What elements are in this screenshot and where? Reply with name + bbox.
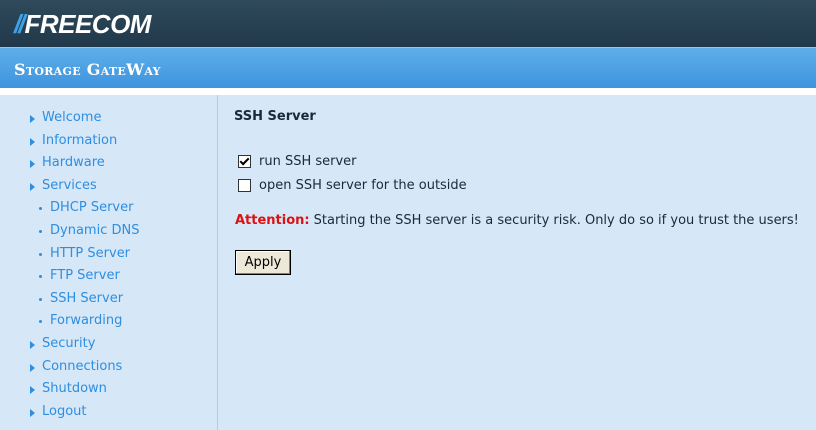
- run-ssh-server-option[interactable]: run SSH server: [238, 152, 357, 170]
- sidebar-subitem-forwarding[interactable]: Forwarding: [0, 310, 139, 333]
- triangle-right-icon: [30, 408, 35, 417]
- sidebar-item-logout[interactable]: Logout: [0, 401, 139, 424]
- sidebar-nav: Welcome Information Hardware Services DH…: [0, 107, 139, 423]
- sidebar-subitem-ftp-server[interactable]: FTP Server: [0, 265, 139, 288]
- page-title: SSH Server: [234, 109, 316, 124]
- sidebar-item-shutdown[interactable]: Shutdown: [0, 378, 139, 401]
- open-ssh-outside-checkbox[interactable]: [238, 178, 251, 192]
- sidebar-item-connections[interactable]: Connections: [0, 356, 139, 379]
- security-warning: Attention: Starting the SSH server is a s…: [235, 213, 799, 228]
- sidebar-item-label: Connections: [42, 358, 123, 374]
- apply-button[interactable]: Apply: [235, 250, 291, 275]
- sidebar-item-label: Forwarding: [50, 313, 123, 329]
- triangle-right-icon: [30, 340, 35, 349]
- open-ssh-outside-label: open SSH server for the outside: [259, 177, 467, 193]
- bullet-icon: [39, 320, 42, 324]
- sidebar-item-hardware[interactable]: Hardware: [0, 152, 139, 175]
- sidebar-item-label: Dynamic DNS: [50, 222, 140, 238]
- bullet-icon: [39, 275, 42, 279]
- sidebar-item-label: Logout: [42, 403, 87, 419]
- sidebar-item-security[interactable]: Security: [0, 333, 139, 356]
- sidebar-item-label: SSH Server: [50, 290, 124, 306]
- sidebar-subitem-dhcp-server[interactable]: DHCP Server: [0, 197, 139, 220]
- run-ssh-server-checkbox[interactable]: [238, 154, 251, 168]
- bullet-icon: [39, 297, 42, 301]
- triangle-right-icon: [30, 160, 35, 169]
- bullet-icon: [39, 252, 42, 256]
- logo-slashes: //: [14, 9, 26, 39]
- open-ssh-outside-option[interactable]: open SSH server for the outside: [238, 176, 467, 194]
- triangle-right-icon: [30, 115, 35, 123]
- sidebar-item-label: Hardware: [42, 155, 105, 171]
- sidebar-item-label: HTTP Server: [50, 245, 131, 261]
- main-content: SSH Server run SSH server open SSH serve…: [218, 95, 816, 430]
- triangle-right-icon: [30, 137, 35, 146]
- sidebar-item-label: Shutdown: [42, 381, 107, 397]
- triangle-right-icon: [30, 363, 35, 372]
- sidebar-item-services[interactable]: Services: [0, 175, 139, 198]
- sidebar-subitem-ssh-server[interactable]: SSH Server: [0, 288, 139, 311]
- header-divider: [0, 88, 816, 95]
- product-title: Storage GateWay: [14, 60, 161, 79]
- attention-text: Starting the SSH server is a security ri…: [313, 213, 799, 228]
- sidebar-item-label: Security: [42, 335, 96, 351]
- bullet-icon: [39, 229, 42, 233]
- triangle-right-icon: [30, 386, 35, 395]
- sidebar-item-label: Services: [42, 177, 97, 193]
- sidebar: Welcome Information Hardware Services DH…: [0, 95, 218, 430]
- triangle-right-icon: [30, 182, 35, 191]
- freecom-logo: //FREECOM: [14, 9, 151, 40]
- logo-text: FREECOM: [24, 9, 151, 39]
- sidebar-item-label: FTP Server: [50, 268, 120, 284]
- sidebar-subitem-http-server[interactable]: HTTP Server: [0, 243, 139, 266]
- sidebar-item-label: DHCP Server: [50, 200, 134, 216]
- bullet-icon: [39, 207, 42, 211]
- sidebar-item-label: Information: [42, 132, 118, 148]
- product-header: Storage GateWay: [0, 47, 816, 89]
- brand-header: //FREECOM: [0, 0, 816, 47]
- run-ssh-server-label: run SSH server: [259, 153, 357, 169]
- attention-label: Attention:: [235, 213, 310, 228]
- sidebar-item-label: Welcome: [42, 110, 102, 125]
- sidebar-subitem-dynamic-dns[interactable]: Dynamic DNS: [0, 220, 139, 243]
- sidebar-item-information[interactable]: Information: [0, 130, 139, 153]
- sidebar-item-welcome[interactable]: Welcome: [0, 107, 139, 130]
